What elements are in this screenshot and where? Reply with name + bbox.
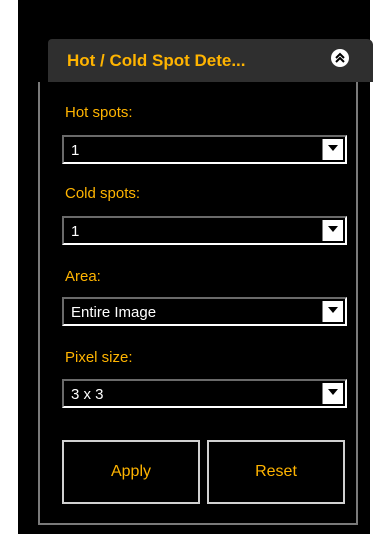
dropdown-arrow-icon[interactable] <box>322 139 343 160</box>
panel-title: Hot / Cold Spot Dete... <box>67 51 246 70</box>
hot-spots-label: Hot spots: <box>65 104 133 121</box>
cold-spots-value: 1 <box>71 223 80 240</box>
cold-spots-select[interactable]: 1 <box>62 216 347 245</box>
hot-spots-value: 1 <box>71 142 80 159</box>
double-chevron-up-icon[interactable] <box>331 49 349 67</box>
pixel-size-value: 3 x 3 <box>71 386 104 403</box>
cold-spots-label: Cold spots: <box>65 185 141 202</box>
pixel-size-label: Pixel size: <box>65 349 133 366</box>
pixel-size-select[interactable]: 3 x 3 <box>62 379 347 408</box>
area-value: Entire Image <box>71 304 157 321</box>
dropdown-arrow-icon[interactable] <box>322 220 343 241</box>
apply-button[interactable]: Apply <box>62 440 200 504</box>
panel-header[interactable]: Hot / Cold Spot Dete... <box>48 39 373 82</box>
dropdown-arrow-icon[interactable] <box>322 301 343 322</box>
app-window: Hot / Cold Spot Dete... Hot spots: 1 Col… <box>0 0 391 534</box>
hot-spots-select[interactable]: 1 <box>62 135 347 164</box>
dropdown-arrow-icon[interactable] <box>322 383 343 404</box>
area-label: Area: <box>65 268 101 285</box>
reset-button[interactable]: Reset <box>207 440 345 504</box>
area-select[interactable]: Entire Image <box>62 297 347 326</box>
